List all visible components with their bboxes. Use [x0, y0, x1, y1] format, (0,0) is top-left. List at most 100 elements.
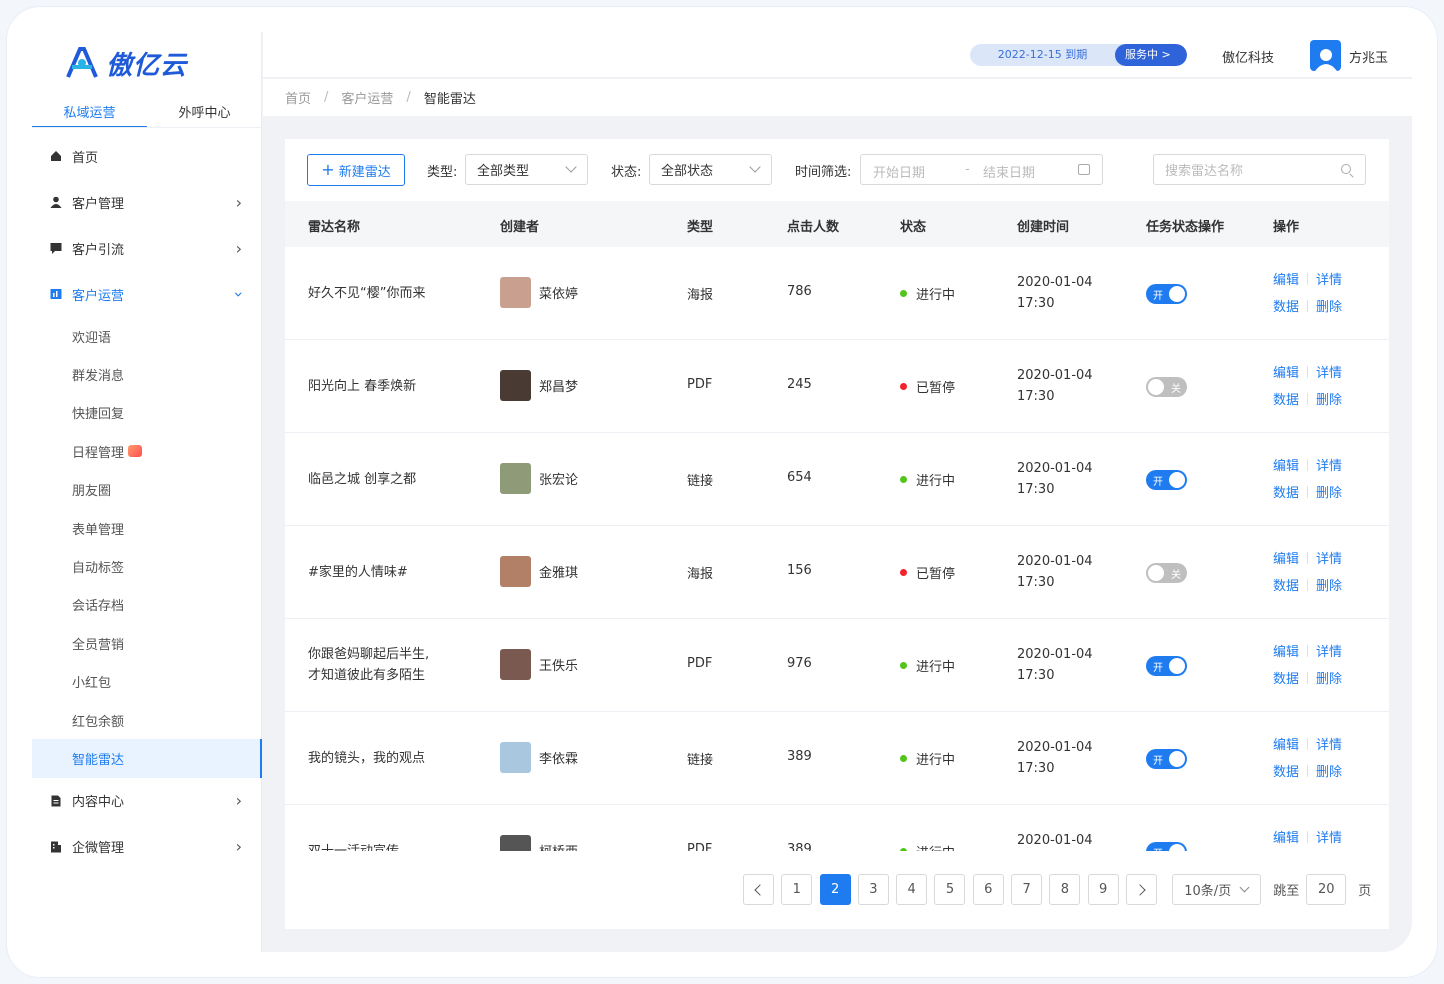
- sidebar-subitem-all-staff-marketing[interactable]: 全员营销: [32, 624, 262, 662]
- page-size-select[interactable]: 10条/页: [1172, 874, 1262, 905]
- sidebar-item-customer-ops[interactable]: 客户运营 ›: [32, 271, 262, 317]
- detail-link[interactable]: 详情: [1316, 831, 1342, 846]
- delete-link[interactable]: 删除: [1316, 672, 1342, 687]
- sidebar-subitem-chat-archive[interactable]: 会话存档: [32, 586, 262, 624]
- data-link[interactable]: 数据: [1273, 300, 1299, 315]
- sidebar-subitem-welcome[interactable]: 欢迎语: [32, 317, 262, 355]
- toggle-label: 开: [1153, 756, 1163, 767]
- task-status-toggle[interactable]: 开: [1146, 284, 1187, 304]
- pagination: 123456789 10条/页 跳至 20 页: [743, 874, 1371, 905]
- task-toggle-cell: 关: [1146, 377, 1187, 397]
- breadcrumb-home[interactable]: 首页: [285, 88, 311, 107]
- page-number-button[interactable]: 9: [1087, 874, 1119, 905]
- task-status-toggle[interactable]: 开: [1146, 749, 1187, 769]
- delete-link[interactable]: 删除: [1316, 486, 1342, 501]
- edit-link[interactable]: 编辑: [1273, 738, 1299, 753]
- data-link[interactable]: 数据: [1273, 393, 1299, 408]
- divider: [1307, 831, 1309, 843]
- data-link[interactable]: 数据: [1273, 672, 1299, 687]
- search-icon[interactable]: [1341, 164, 1351, 174]
- task-toggle-cell: 开: [1146, 470, 1187, 490]
- divider: [1307, 579, 1309, 591]
- next-page-button[interactable]: [1125, 874, 1157, 905]
- detail-link[interactable]: 详情: [1316, 366, 1342, 381]
- sidebar-subitem-mass-message[interactable]: 群发消息: [32, 355, 262, 393]
- tab-outbound-center[interactable]: 外呼中心: [147, 98, 262, 128]
- delete-link[interactable]: 删除: [1316, 393, 1342, 408]
- column-header: 操作: [1273, 220, 1300, 235]
- task-status-toggle[interactable]: 开: [1146, 470, 1187, 490]
- sidebar-subitem-forms[interactable]: 表单管理: [32, 509, 262, 547]
- radar-list-card: + 新建雷达 类型: 全部类型 状态: 全部状态 时间筛选: 开始日期 - 结束…: [285, 139, 1389, 929]
- detail-link[interactable]: 详情: [1316, 645, 1342, 660]
- sidebar-subitem-quick-reply[interactable]: 快捷回复: [32, 394, 262, 432]
- operations-cell: 编辑 详情 数据 删除: [1273, 453, 1342, 507]
- chevron-right-icon: [1134, 883, 1146, 896]
- edit-link[interactable]: 编辑: [1273, 273, 1299, 288]
- column-header: 任务状态操作: [1146, 220, 1225, 235]
- data-link[interactable]: 数据: [1273, 486, 1299, 501]
- status-select[interactable]: 全部状态: [649, 154, 772, 185]
- user-name[interactable]: 方兆玉: [1349, 47, 1388, 66]
- edit-link[interactable]: 编辑: [1273, 552, 1299, 567]
- creator-avatar: [500, 277, 531, 308]
- page-number-button[interactable]: 2: [819, 874, 851, 905]
- sidebar-subitem-smart-radar[interactable]: 智能雷达: [32, 739, 262, 778]
- detail-link[interactable]: 详情: [1316, 273, 1342, 288]
- sidebar-subitem-auto-tags[interactable]: 自动标签: [32, 547, 262, 585]
- avatar[interactable]: [1310, 40, 1341, 71]
- sidebar-item-wecom-mgmt[interactable]: 企微管理 ›: [32, 824, 262, 870]
- sidebar-subitem-red-packet[interactable]: 小红包: [32, 663, 262, 701]
- created-clock: 17:30: [1017, 482, 1055, 497]
- page-number-button[interactable]: 1: [781, 874, 813, 905]
- edit-link[interactable]: 编辑: [1273, 645, 1299, 660]
- jump-page-input[interactable]: 20: [1306, 874, 1347, 905]
- detail-link[interactable]: 详情: [1316, 459, 1342, 474]
- column-header: 创建者: [500, 220, 540, 235]
- delete-link[interactable]: 删除: [1316, 579, 1342, 594]
- sidebar-subitem-schedule[interactable]: 日程管理: [32, 432, 262, 470]
- page-number-button[interactable]: 5: [934, 874, 966, 905]
- new-radar-button[interactable]: + 新建雷达: [307, 154, 405, 186]
- table-row: 我的镜头，我的观点 李依霖 链接 389 进行中 2020-01-04 17:3…: [285, 712, 1389, 805]
- task-status-toggle[interactable]: 开: [1146, 656, 1187, 676]
- task-status-toggle[interactable]: 关: [1146, 563, 1187, 583]
- edit-link[interactable]: 编辑: [1273, 459, 1299, 474]
- radar-name-cell: #家里的人情味#: [308, 562, 408, 583]
- page-number-button[interactable]: 8: [1049, 874, 1081, 905]
- edit-link[interactable]: 编辑: [1273, 831, 1299, 846]
- status-cell: 已暂停: [900, 563, 955, 582]
- sidebar-item-customer-acquisition[interactable]: 客户引流 ›: [32, 225, 262, 271]
- subscription-pill[interactable]: 2022-12-15 到期 服务中 >: [970, 44, 1187, 66]
- page-number-button[interactable]: 7: [1011, 874, 1043, 905]
- radar-name-text: #家里的人情味#: [308, 565, 408, 580]
- sidebar-item-home[interactable]: 首页: [32, 133, 262, 179]
- start-date-field[interactable]: 开始日期: [873, 162, 925, 181]
- date-range-picker[interactable]: 开始日期 - 结束日期: [860, 154, 1103, 185]
- search-input[interactable]: 搜索雷达名称: [1153, 154, 1366, 185]
- status-text: 进行中: [916, 842, 955, 851]
- sidebar-item-customer-mgmt[interactable]: 客户管理 ›: [32, 179, 262, 225]
- data-link[interactable]: 数据: [1273, 765, 1299, 780]
- tab-private-ops[interactable]: 私域运营: [32, 98, 147, 128]
- sidebar-subitem-moments[interactable]: 朋友圈: [32, 471, 262, 509]
- edit-link[interactable]: 编辑: [1273, 366, 1299, 381]
- delete-link[interactable]: 删除: [1316, 765, 1342, 780]
- sidebar-subitem-red-packet-balance[interactable]: 红包余额: [32, 701, 262, 739]
- delete-link[interactable]: 删除: [1316, 300, 1342, 315]
- company-name[interactable]: 傲亿科技: [1222, 47, 1274, 66]
- type-select[interactable]: 全部类型: [465, 154, 588, 185]
- data-link[interactable]: 数据: [1273, 579, 1299, 594]
- task-status-toggle[interactable]: 开: [1146, 842, 1187, 851]
- sidebar-item-content-center[interactable]: 内容中心 ›: [32, 778, 262, 824]
- detail-link[interactable]: 详情: [1316, 552, 1342, 567]
- prev-page-button[interactable]: [743, 874, 774, 905]
- task-status-toggle[interactable]: 关: [1146, 377, 1187, 397]
- page-number-button[interactable]: 4: [896, 874, 928, 905]
- page-number-button[interactable]: 3: [857, 874, 889, 905]
- service-status: 服务中 >: [1115, 44, 1187, 66]
- end-date-field[interactable]: 结束日期: [983, 162, 1035, 181]
- page-number-button[interactable]: 6: [972, 874, 1004, 905]
- detail-link[interactable]: 详情: [1316, 738, 1342, 753]
- breadcrumb-customer-ops[interactable]: 客户运营: [341, 88, 393, 107]
